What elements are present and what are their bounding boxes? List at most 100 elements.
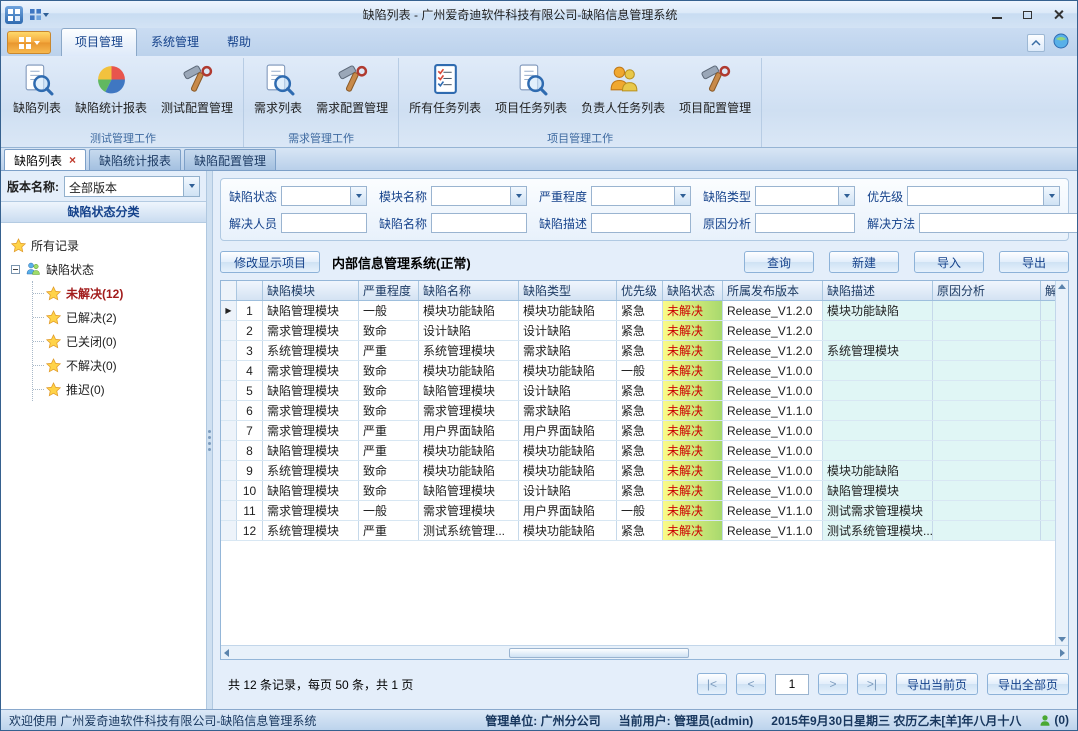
quick-access-menu-icon[interactable] xyxy=(27,7,52,22)
column-header-status[interactable]: 缺陷状态 xyxy=(663,281,723,300)
defect-list-button[interactable]: 缺陷列表 xyxy=(6,59,68,118)
minimize-button[interactable] xyxy=(982,5,1011,25)
column-header-type[interactable]: 缺陷类型 xyxy=(519,281,617,300)
row-number: 3 xyxy=(237,341,263,360)
tree-item-label: 已解决(2) xyxy=(66,309,117,326)
ribbon-tab-project-management[interactable]: 项目管理 xyxy=(61,28,137,56)
row-number: 9 xyxy=(237,461,263,480)
table-row[interactable]: 5缺陷管理模块致命缺陷管理模块设计缺陷紧急未解决Release_V1.0.0 xyxy=(221,381,1055,401)
table-row[interactable]: 8缺陷管理模块严重模块功能缺陷模块功能缺陷紧急未解决Release_V1.0.0 xyxy=(221,441,1055,461)
doc-tab-defect-list[interactable]: 缺陷列表 × xyxy=(4,149,86,170)
doc-tab-defect-config[interactable]: 缺陷配置管理 xyxy=(184,149,276,170)
tools-icon xyxy=(336,63,369,96)
last-page-button[interactable]: >| xyxy=(857,673,887,695)
tree-item-defect-status[interactable]: 缺陷状态 xyxy=(11,257,206,281)
cause-analysis-input[interactable] xyxy=(755,213,855,233)
tree-item-wont-fix[interactable]: 不解决(0) xyxy=(33,353,206,377)
test-config-button[interactable]: 测试配置管理 xyxy=(154,59,240,118)
tree-item-closed[interactable]: 已关闭(0) xyxy=(33,329,206,353)
dropdown-button[interactable] xyxy=(183,177,199,196)
query-button[interactable]: 查询 xyxy=(744,251,814,273)
about-sphere-icon[interactable] xyxy=(1053,33,1069,52)
resolver-input[interactable] xyxy=(281,213,367,233)
table-row[interactable]: ▶1缺陷管理模块一般模块功能缺陷模块功能缺陷紧急未解决Release_V1.2.… xyxy=(221,301,1055,321)
collapse-ribbon-button[interactable] xyxy=(1027,34,1045,52)
table-row[interactable]: 11需求管理模块一般需求管理模块用户界面缺陷一般未解决Release_V1.1.… xyxy=(221,501,1055,521)
requirement-list-button[interactable]: 需求列表 xyxy=(247,59,309,118)
application-menu-button[interactable] xyxy=(7,31,51,54)
tree-item-resolved[interactable]: 已解决(2) xyxy=(33,305,206,329)
column-header-solution[interactable]: 解决 xyxy=(1041,281,1055,300)
export-button[interactable]: 导出 xyxy=(999,251,1069,273)
close-button[interactable] xyxy=(1044,5,1073,25)
tree-item-unresolved[interactable]: 未解决(12) xyxy=(33,281,206,305)
table-row[interactable]: 2需求管理模块致命设计缺陷设计缺陷紧急未解决Release_V1.2.0 xyxy=(221,321,1055,341)
ribbon-button-label: 项目任务列表 xyxy=(495,99,567,116)
defect-desc-input[interactable] xyxy=(591,213,691,233)
table-row[interactable]: 3系统管理模块严重系统管理模块需求缺陷紧急未解决Release_V1.2.0系统… xyxy=(221,341,1055,361)
dropdown-button[interactable] xyxy=(1043,187,1059,205)
prev-page-button[interactable]: < xyxy=(736,673,766,695)
solution-input[interactable] xyxy=(919,213,1078,233)
dropdown-button[interactable] xyxy=(838,187,854,205)
table-row[interactable]: 4需求管理模块致命模块功能缺陷模块功能缺陷一般未解决Release_V1.0.0 xyxy=(221,361,1055,381)
ribbon-tab-help[interactable]: 帮助 xyxy=(213,28,265,56)
all-tasks-button[interactable]: 所有任务列表 xyxy=(402,59,488,118)
close-tab-icon[interactable]: × xyxy=(69,154,76,166)
module-name-select[interactable] xyxy=(431,186,527,206)
column-header-version[interactable]: 所属发布版本 xyxy=(723,281,823,300)
dropdown-button[interactable] xyxy=(510,187,526,205)
column-header-analysis[interactable]: 原因分析 xyxy=(933,281,1041,300)
export-current-page-button[interactable]: 导出当前页 xyxy=(896,673,978,695)
vertical-scrollbar[interactable] xyxy=(1055,281,1068,645)
tree-item-all-records[interactable]: 所有记录 xyxy=(11,233,206,257)
defect-type-select[interactable] xyxy=(755,186,855,206)
maximize-button[interactable] xyxy=(1013,5,1042,25)
import-button[interactable]: 导入 xyxy=(914,251,984,273)
dropdown-button[interactable] xyxy=(674,187,690,205)
project-config-button[interactable]: 项目配置管理 xyxy=(672,59,758,118)
sidebar-splitter[interactable] xyxy=(206,171,213,709)
scrollbar-thumb[interactable] xyxy=(509,648,689,658)
row-number: 6 xyxy=(237,401,263,420)
grid-rows: ▶1缺陷管理模块一般模块功能缺陷模块功能缺陷紧急未解决Release_V1.2.… xyxy=(221,301,1055,541)
row-number: 2 xyxy=(237,321,263,340)
ribbon-tab-bar: 项目管理 系统管理 帮助 xyxy=(1,28,1077,56)
first-page-button[interactable]: |< xyxy=(697,673,727,695)
project-tasks-button[interactable]: 项目任务列表 xyxy=(488,59,574,118)
tools-icon xyxy=(699,63,732,96)
requirement-config-button[interactable]: 需求配置管理 xyxy=(309,59,395,118)
owner-tasks-button[interactable]: 负责人任务列表 xyxy=(574,59,672,118)
horizontal-scrollbar[interactable] xyxy=(221,645,1068,659)
priority-select[interactable] xyxy=(907,186,1060,206)
table-row[interactable]: 12系统管理模块严重测试系统管理...模块功能缺陷紧急未解决Release_V1… xyxy=(221,521,1055,541)
table-row[interactable]: 10缺陷管理模块致命缺陷管理模块设计缺陷紧急未解决Release_V1.0.0缺… xyxy=(221,481,1055,501)
table-row[interactable]: 7需求管理模块严重用户界面缺陷用户界面缺陷紧急未解决Release_V1.0.0 xyxy=(221,421,1055,441)
defect-status-select[interactable] xyxy=(281,186,367,206)
column-header-desc[interactable]: 缺陷描述 xyxy=(823,281,933,300)
severity-select[interactable] xyxy=(591,186,691,206)
doc-tab-defect-report[interactable]: 缺陷统计报表 xyxy=(89,149,181,170)
cell-status: 未解决 xyxy=(663,421,723,440)
export-all-pages-button[interactable]: 导出全部页 xyxy=(987,673,1069,695)
new-button[interactable]: 新建 xyxy=(829,251,899,273)
ribbon: 缺陷列表 缺陷统计报表 测试配置管理 测试管理工作 需求列表 xyxy=(1,56,1077,148)
column-header-priority[interactable]: 优先级 xyxy=(617,281,663,300)
collapse-expander-icon[interactable] xyxy=(11,265,20,274)
tree-item-postponed[interactable]: 推迟(0) xyxy=(33,377,206,401)
column-header-module[interactable]: 缺陷模块 xyxy=(263,281,359,300)
next-page-button[interactable]: > xyxy=(818,673,848,695)
star-icon xyxy=(46,382,61,397)
version-select[interactable]: 全部版本 xyxy=(64,176,200,197)
modify-columns-button[interactable]: 修改显示项目 xyxy=(220,251,320,273)
page-number-input[interactable] xyxy=(775,674,809,695)
table-row[interactable]: 6需求管理模块致命需求管理模块需求缺陷紧急未解决Release_V1.1.0 xyxy=(221,401,1055,421)
column-header-name[interactable]: 缺陷名称 xyxy=(419,281,519,300)
dropdown-button[interactable] xyxy=(350,187,366,205)
cell-name: 模块功能缺陷 xyxy=(419,461,519,480)
ribbon-tab-system-management[interactable]: 系统管理 xyxy=(137,28,213,56)
defect-report-button[interactable]: 缺陷统计报表 xyxy=(68,59,154,118)
defect-name-input[interactable] xyxy=(431,213,527,233)
column-header-severity[interactable]: 严重程度 xyxy=(359,281,419,300)
table-row[interactable]: 9系统管理模块致命模块功能缺陷模块功能缺陷紧急未解决Release_V1.0.0… xyxy=(221,461,1055,481)
